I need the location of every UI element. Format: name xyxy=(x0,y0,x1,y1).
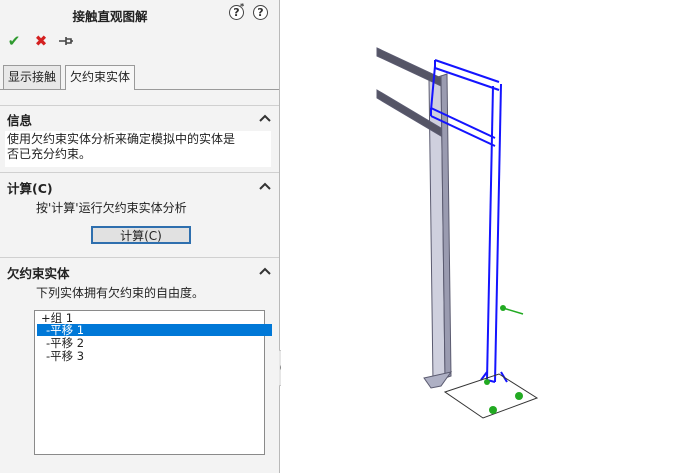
model-view xyxy=(376,47,539,419)
info-message-box: 使用欠约束实体分析来确定模拟中的实体是 否已充分约束。 xyxy=(5,131,271,167)
constrained-frame xyxy=(376,47,453,389)
tab-under-constrained[interactable]: 欠约束实体 xyxy=(65,65,136,90)
fixture-markers xyxy=(484,305,523,414)
chevron-up-icon[interactable] xyxy=(258,180,272,192)
info-text-line-2: 否已充分约束。 xyxy=(7,147,92,161)
calculate-button[interactable]: 计算(C) xyxy=(91,226,191,244)
property-manager-panel: 接触直观图解 ? * ? ✔ ✖ 显示接触 欠约束实体 信息 使用欠约束实体分析来… xyxy=(0,0,280,473)
under-constrained-list[interactable]: +组 1 -平移 1 -平移 2 -平移 3 xyxy=(34,310,272,455)
list-item[interactable]: -平移 1 xyxy=(37,324,272,336)
axis-indicator xyxy=(502,307,524,315)
info-section-title: 信息 xyxy=(7,113,33,128)
check-icon[interactable]: ✔ xyxy=(6,33,22,49)
section-divider xyxy=(0,172,279,173)
whats-new-icon[interactable]: ? * xyxy=(229,2,244,20)
section-divider xyxy=(0,257,279,258)
close-icon[interactable]: ✖ xyxy=(33,33,49,49)
under-constrained-hint: 下列实体拥有欠约束的自由度。 xyxy=(36,286,205,300)
tab-show-contact[interactable]: 显示接触 xyxy=(3,65,62,89)
pin-icon[interactable] xyxy=(58,33,74,49)
info-text-line-1: 使用欠约束实体分析来确定模拟中的实体是 xyxy=(7,132,236,146)
under-constrained-section-title: 欠约束实体 xyxy=(7,266,70,281)
calculate-section-title: 计算(C) xyxy=(7,181,53,196)
panel-title: 接触直观图解 xyxy=(72,9,148,24)
chevron-up-icon[interactable] xyxy=(258,112,272,124)
help-icon[interactable]: ? xyxy=(253,5,268,20)
calculate-hint: 按'计算'运行欠约束实体分析 xyxy=(36,201,187,215)
graphics-viewport[interactable] xyxy=(281,0,681,473)
list-item[interactable]: -平移 2 xyxy=(37,337,272,349)
chevron-up-icon[interactable] xyxy=(258,265,272,277)
list-item[interactable]: -平移 3 xyxy=(37,350,272,362)
tab-strip: 显示接触 欠约束实体 xyxy=(0,63,279,90)
section-divider xyxy=(0,105,279,106)
